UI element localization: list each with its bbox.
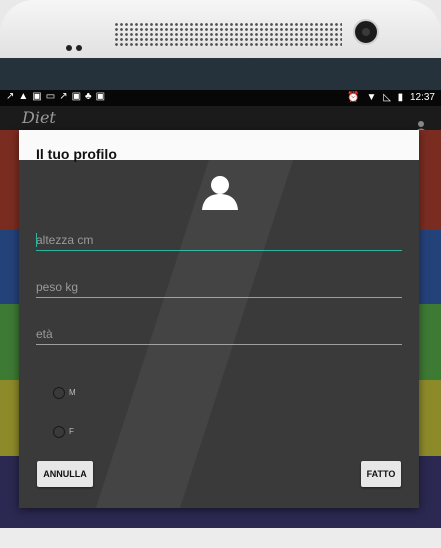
speaker-grille bbox=[114, 22, 342, 46]
clock: 12:37 bbox=[409, 92, 435, 103]
android-icon: ♣ bbox=[85, 91, 96, 102]
image-icon: ▣ bbox=[32, 91, 46, 102]
missed-call-icon: ↗ bbox=[59, 91, 72, 102]
radio-circle[interactable] bbox=[53, 387, 65, 399]
radio-label-male: M bbox=[69, 388, 76, 398]
radio-circle[interactable] bbox=[53, 426, 65, 438]
signal-icon: ◺ bbox=[383, 92, 391, 103]
app-bar bbox=[0, 106, 441, 130]
sensor-dots bbox=[66, 38, 86, 56]
wifi-icon: ▼ bbox=[366, 92, 377, 103]
warning-icon: ▲ bbox=[18, 91, 33, 102]
radio-label-female: F bbox=[69, 427, 74, 437]
image-icon: ▣ bbox=[71, 91, 86, 102]
system-icons: ⏰ ▼ ◺ ▮ 12:37 bbox=[343, 92, 435, 103]
alarm-icon: ⏰ bbox=[347, 92, 360, 103]
keyboard-icon: ▭ bbox=[45, 91, 60, 102]
app-logo: Diet bbox=[22, 108, 56, 127]
done-button[interactable]: FATTO bbox=[361, 461, 401, 487]
weight-field[interactable]: peso kg bbox=[36, 277, 402, 298]
screen-bezel bbox=[0, 58, 441, 90]
text-cursor bbox=[36, 233, 37, 247]
front-camera-icon bbox=[353, 19, 379, 45]
age-field[interactable]: età bbox=[36, 324, 402, 345]
gender-radio-male[interactable]: M bbox=[53, 387, 76, 399]
height-field[interactable]: altezza cm bbox=[36, 230, 402, 251]
gender-radio-female[interactable]: F bbox=[53, 426, 74, 438]
dialog-title: Il tuo profilo bbox=[36, 146, 117, 162]
notification-icons: ↗▲▣▭↗▣♣▣ bbox=[6, 91, 109, 102]
phone-frame-bottom bbox=[0, 528, 441, 548]
cancel-button[interactable]: ANNULLA bbox=[37, 461, 93, 487]
profile-dialog: Il tuo profilo altezza cm peso kg età M … bbox=[19, 130, 419, 508]
battery-icon: ▮ bbox=[397, 92, 404, 103]
profile-avatar-icon bbox=[202, 176, 238, 210]
status-bar: ↗▲▣▭↗▣♣▣ ⏰ ▼ ◺ ▮ 12:37 bbox=[0, 90, 441, 106]
image-icon: ▣ bbox=[95, 91, 110, 102]
missed-call-icon: ↗ bbox=[6, 91, 19, 102]
